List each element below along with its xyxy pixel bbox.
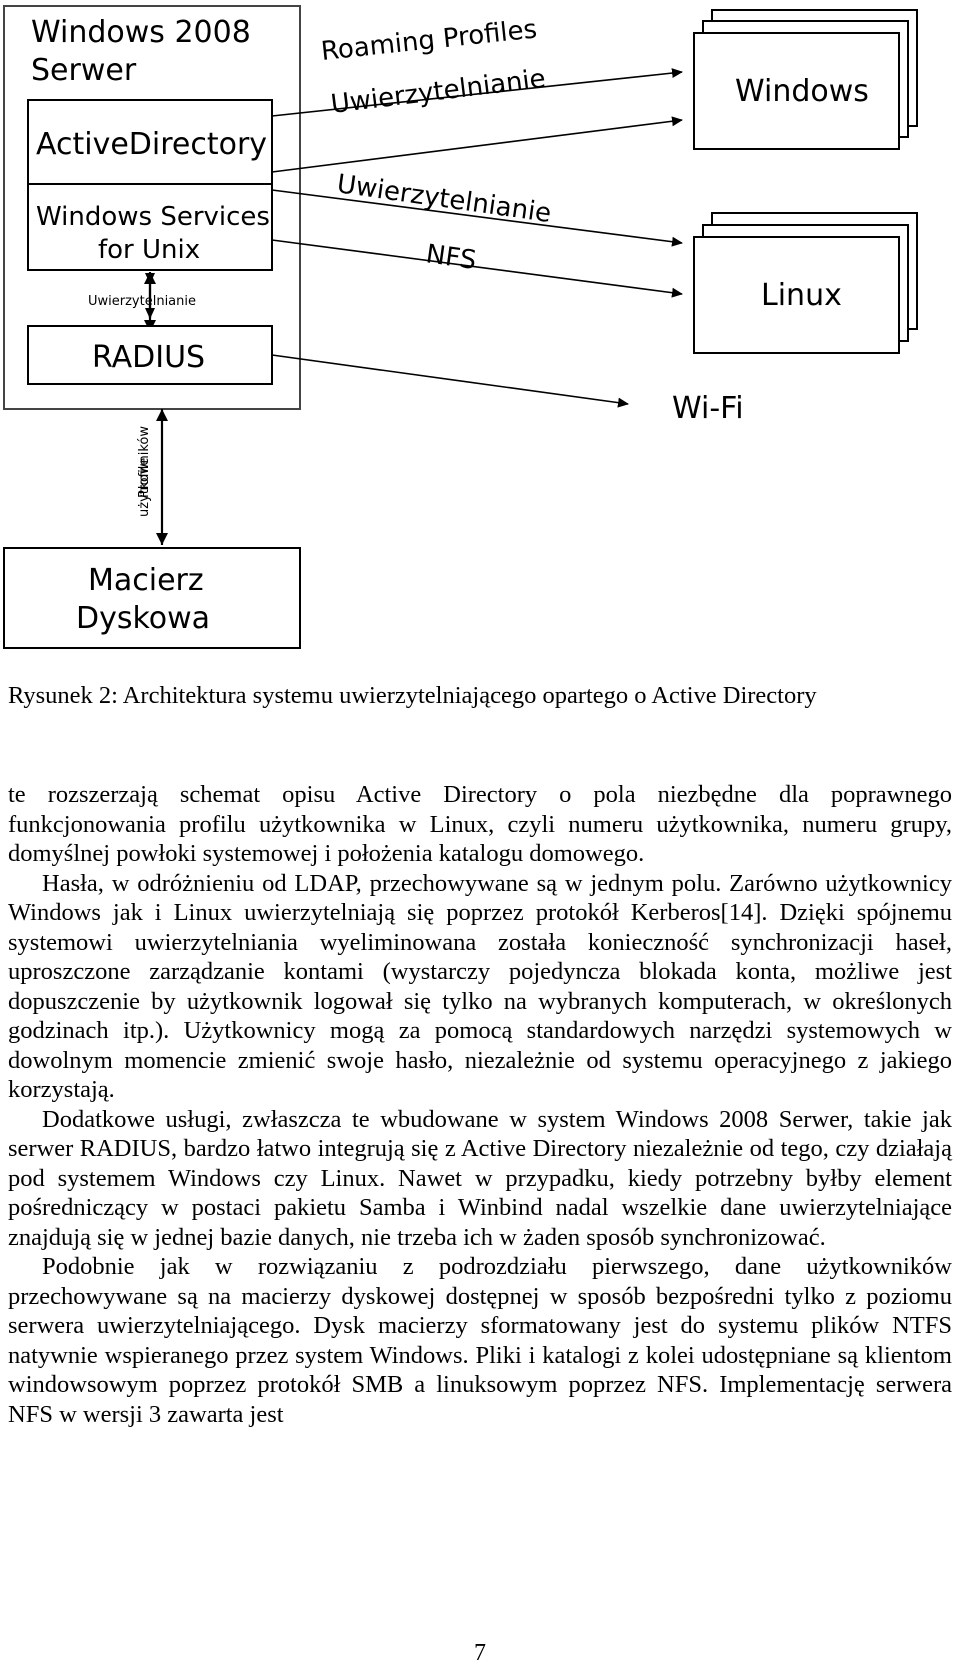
windows-client-label: Windows (735, 74, 869, 109)
linux-client-label: Linux (761, 278, 842, 313)
edge-uwierzytelnianie-linux-label: Uwierzytelnianie (335, 169, 553, 229)
figure-architecture-diagram: Windows 2008 Serwer ActiveDirectory Wind… (0, 0, 960, 660)
paragraph-3: Dodatkowe usługi, zwłaszcza te wbudowane… (8, 1105, 952, 1251)
edge-radius-wifi (271, 354, 629, 408)
profile-uzytkownikow-label-line2: użytkowników (137, 426, 152, 517)
wsu-label-line2: for Unix (98, 235, 200, 265)
server-container-label-line2: Serwer (31, 53, 137, 88)
server-container-label-line1: Windows 2008 (31, 15, 251, 50)
radius-label: RADIUS (92, 340, 205, 375)
wifi-client-label: Wi-Fi (672, 391, 744, 426)
paragraph-4: Podobnie jak w rozwiązaniu z podrozdział… (8, 1253, 952, 1428)
edge-uwierzytelnianie-windows (271, 116, 683, 173)
uwierzytelnianie-radius-label: Uwierzytelnianie (88, 294, 196, 309)
edge-roaming-profiles-label: Roaming Profiles (320, 14, 539, 67)
wsu-label-line1: Windows Services (36, 202, 270, 232)
active-directory-label: ActiveDirectory (36, 127, 267, 162)
edge-nfs-label: NFS (424, 239, 478, 276)
figure-caption: Rysunek 2: Architektura systemu uwierzyt… (8, 682, 817, 709)
body-text: te rozszerzają schemat opisu Active Dire… (8, 780, 952, 1429)
paragraph-2: Hasła, w odróżnieniu od LDAP, przechowyw… (8, 869, 952, 1104)
edge-uwierzytelnianie-windows-label: Uwierzytelnianie (329, 64, 547, 120)
page-number: 7 (474, 1640, 486, 1666)
paragraph-1: te rozszerzają schemat opisu Active Dire… (8, 781, 952, 867)
storage-array-label-line2: Dyskowa (76, 601, 210, 636)
storage-array-label-line1: Macierz (88, 563, 204, 598)
